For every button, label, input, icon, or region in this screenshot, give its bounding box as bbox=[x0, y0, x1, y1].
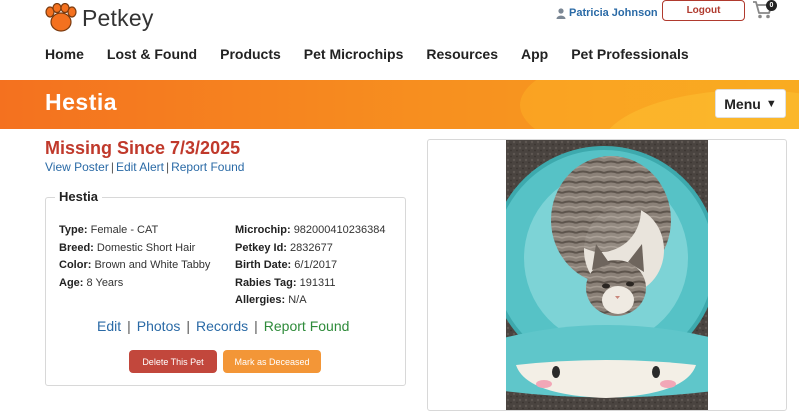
action-separator: | bbox=[254, 318, 258, 334]
records-link[interactable]: Records bbox=[196, 318, 248, 334]
menu-label: Menu bbox=[724, 95, 761, 112]
pet-card-title: Hestia bbox=[55, 189, 103, 204]
mark-deceased-button[interactable]: Mark as Deceased bbox=[223, 350, 321, 373]
missing-status: Missing Since 7/3/2025 bbox=[45, 138, 241, 158]
pet-photo[interactable] bbox=[506, 140, 708, 410]
link-separator: | bbox=[110, 160, 114, 174]
edit-link[interactable]: Edit bbox=[97, 318, 121, 334]
pet-details-right: Microchip: 982000410236384 Petkey Id: 28… bbox=[235, 222, 385, 310]
nav-app[interactable]: App bbox=[521, 46, 548, 62]
nav-lost-found[interactable]: Lost & Found bbox=[107, 46, 197, 62]
edit-alert-link[interactable]: Edit Alert bbox=[116, 160, 164, 174]
detail-age: Age: 8 Years bbox=[59, 276, 124, 289]
nav-products[interactable]: Products bbox=[220, 46, 281, 62]
pet-actions: Edit | Photos | Records | Report Found bbox=[97, 318, 349, 334]
pet-banner: Hestia Menu ▼ bbox=[0, 80, 799, 129]
detail-breed: Breed: Domestic Short Hair bbox=[59, 241, 196, 254]
delete-pet-button[interactable]: Delete This Pet bbox=[129, 350, 217, 373]
nav-resources[interactable]: Resources bbox=[426, 46, 498, 62]
user-icon bbox=[556, 7, 566, 19]
menu-button[interactable]: Menu ▼ bbox=[715, 89, 786, 118]
user-name: Patricia Johnson bbox=[569, 7, 658, 19]
detail-rabies-tag: Rabies Tag: 191311 bbox=[235, 276, 336, 289]
pet-details-left: Type: Female - CAT Breed: Domestic Short… bbox=[59, 222, 210, 292]
nav-pet-microchips[interactable]: Pet Microchips bbox=[304, 46, 404, 62]
user-account-link[interactable]: Patricia Johnson bbox=[556, 7, 658, 19]
detail-birth-date: Birth Date: 6/1/2017 bbox=[235, 259, 338, 271]
logout-button[interactable]: Logout bbox=[662, 0, 745, 21]
action-separator: | bbox=[186, 318, 190, 334]
cat-photo-image bbox=[506, 140, 708, 410]
petkey-logo[interactable]: Petkey bbox=[44, 2, 154, 34]
cart-button[interactable]: 0 bbox=[752, 0, 778, 20]
paw-logo-icon bbox=[45, 3, 77, 32]
caret-down-icon: ▼ bbox=[765, 97, 777, 110]
detail-type: Type: Female - CAT bbox=[59, 224, 159, 236]
view-poster-link[interactable]: View Poster bbox=[45, 160, 109, 174]
nav-pet-professionals[interactable]: Pet Professionals bbox=[571, 46, 689, 62]
detail-allergies: Allergies: N/A bbox=[235, 294, 307, 306]
nav-home[interactable]: Home bbox=[45, 46, 84, 62]
cart-count-badge: 0 bbox=[766, 0, 777, 11]
logo-text: Petkey bbox=[82, 4, 154, 31]
photos-link[interactable]: Photos bbox=[137, 318, 181, 334]
report-found-action-link[interactable]: Report Found bbox=[264, 318, 350, 334]
detail-color: Color: Brown and White Tabby bbox=[59, 259, 211, 271]
alert-links: View Poster | Edit Alert | Report Found bbox=[45, 160, 244, 174]
link-separator: | bbox=[165, 160, 170, 174]
main-nav: Home Lost & Found Products Pet Microchip… bbox=[45, 46, 712, 62]
banner-pet-name: Hestia bbox=[45, 89, 118, 115]
detail-microchip: Microchip: 982000410236384 bbox=[235, 224, 386, 236]
report-found-link[interactable]: Report Found bbox=[171, 160, 244, 174]
action-separator: | bbox=[127, 318, 131, 334]
detail-petkey-id: Petkey Id: 2832677 bbox=[235, 241, 333, 254]
